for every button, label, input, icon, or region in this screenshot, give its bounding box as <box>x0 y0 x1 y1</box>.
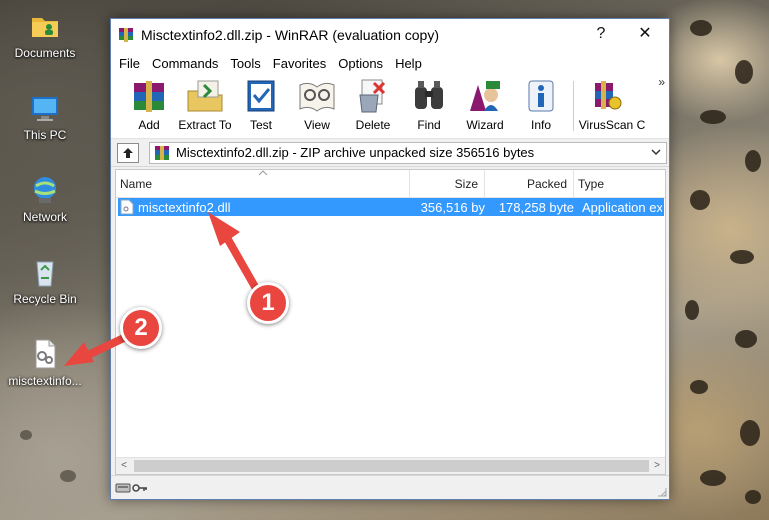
step-badge-2: 2 <box>120 307 162 349</box>
annotation-overlay <box>64 212 262 366</box>
annotation-arrow-2 <box>64 332 132 366</box>
step-badge-1: 1 <box>247 282 289 324</box>
annotation-arrow-1 <box>208 212 262 296</box>
